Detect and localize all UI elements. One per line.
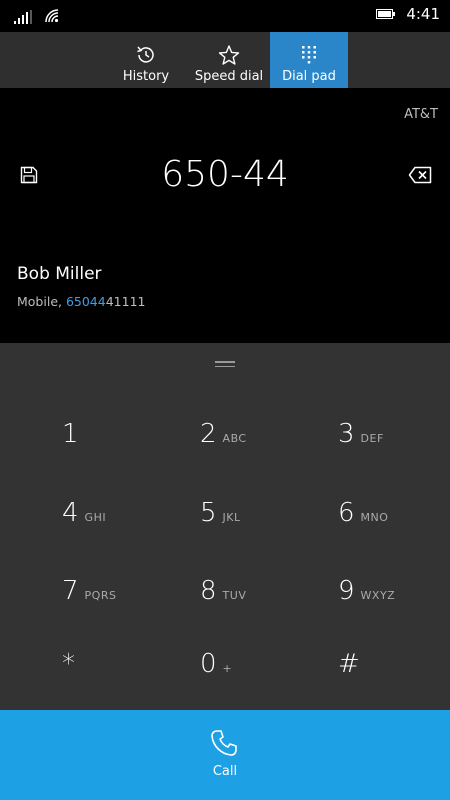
key-3[interactable]: 3 DEF — [338, 419, 450, 479]
key-digit: 8 — [200, 576, 217, 606]
keypad-collapse-handle[interactable] — [215, 361, 235, 369]
key-letters: PQRS — [84, 589, 117, 602]
tab-dial-pad-label: Dial pad — [282, 69, 336, 84]
status-indicators — [14, 8, 62, 28]
number-panel: AT&T 650-44 Bob Miller Mobile, 650444111… — [0, 88, 450, 343]
key-letters: JKL — [222, 511, 241, 524]
status-bar: 4:41 — [0, 0, 450, 32]
key-digit: 6 — [338, 498, 355, 528]
key-digit: 5 — [200, 498, 217, 528]
key-8[interactable]: 8 TUV — [200, 576, 320, 636]
status-right: 4:41 — [376, 4, 440, 23]
backspace-button[interactable] — [408, 166, 436, 192]
key-digit: 2 — [200, 419, 217, 449]
tab-speed-dial[interactable]: Speed dial — [190, 32, 268, 88]
keypad: 1 2 ABC 3 DEF 4 GHI 5 JKL 6 MNO 7 PQRS 8… — [0, 343, 450, 710]
key-digit: 1 — [62, 419, 79, 449]
key-digit: 4 — [62, 498, 79, 528]
contact-number-match: 65044 — [65, 294, 106, 309]
key-digit: # — [338, 649, 360, 679]
key-hash[interactable]: # — [338, 649, 450, 709]
key-2[interactable]: 2 ABC — [200, 419, 320, 479]
suggested-contact-name[interactable]: Bob Miller — [17, 264, 102, 284]
contact-number-rest: 41111 — [105, 294, 146, 309]
key-letters: GHI — [84, 511, 107, 524]
key-6[interactable]: 6 MNO — [338, 498, 450, 558]
key-digit: * — [62, 649, 75, 679]
key-digit: 3 — [338, 419, 355, 449]
clock: 4:41 — [406, 4, 440, 23]
carrier-label: AT&T — [404, 107, 438, 122]
phone-icon — [209, 728, 239, 758]
key-digit: 7 — [62, 576, 79, 606]
tab-bar: History Speed dial Dial pad — [0, 32, 450, 88]
call-button[interactable]: Call — [0, 710, 450, 800]
tab-dial-pad[interactable]: Dial pad — [270, 32, 348, 88]
key-4[interactable]: 4 GHI — [62, 498, 182, 558]
suggested-contact-detail[interactable]: Mobile, 6504441111 — [17, 294, 145, 309]
key-star[interactable]: * — [62, 649, 182, 709]
dialed-number: 650-44 — [161, 154, 289, 195]
key-letters: WXYZ — [360, 589, 396, 602]
history-icon — [135, 43, 157, 67]
key-letters: + — [222, 662, 233, 675]
wifi-icon — [44, 8, 62, 28]
call-label: Call — [212, 764, 238, 779]
tab-speed-dial-label: Speed dial — [194, 69, 264, 84]
key-letters: TUV — [222, 589, 247, 602]
tab-history-label: History — [122, 69, 170, 84]
dialpad-icon — [301, 43, 317, 67]
key-1[interactable]: 1 — [62, 419, 182, 479]
key-letters: DEF — [360, 432, 384, 445]
key-5[interactable]: 5 JKL — [200, 498, 320, 558]
key-letters: MNO — [360, 511, 389, 524]
key-0[interactable]: 0 + — [200, 649, 320, 709]
key-digit: 9 — [338, 576, 355, 606]
key-7[interactable]: 7 PQRS — [62, 576, 182, 636]
star-icon — [218, 43, 240, 67]
battery-icon — [376, 4, 396, 23]
tab-history[interactable]: History — [116, 32, 176, 88]
contact-number-type: Mobile, — [17, 294, 66, 309]
signal-strength-icon — [14, 9, 34, 28]
backspace-icon — [408, 166, 432, 184]
key-digit: 0 — [200, 649, 217, 679]
key-letters: ABC — [222, 432, 247, 445]
key-9[interactable]: 9 WXYZ — [338, 576, 450, 636]
